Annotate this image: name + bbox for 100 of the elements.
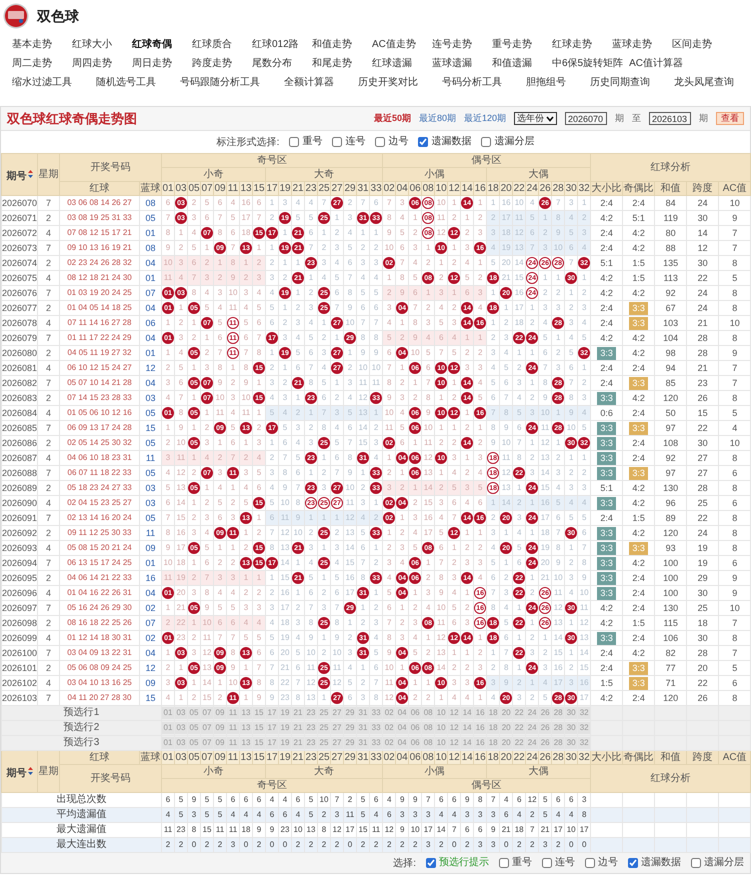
preselect-number[interactable]: 22 xyxy=(513,707,526,719)
preselect-number[interactable]: 15 xyxy=(253,737,265,749)
preselect-number[interactable]: 20 xyxy=(500,722,512,734)
tool-link[interactable]: 全额计算器 xyxy=(284,78,334,88)
nav-link[interactable]: 和值遗漏 xyxy=(492,57,552,71)
nav-link[interactable]: 周二走势 xyxy=(12,57,72,71)
preselect-number[interactable]: 30 xyxy=(565,722,578,734)
preselect-number[interactable]: 02 xyxy=(383,722,396,734)
preselect-number[interactable]: 09 xyxy=(214,737,226,749)
nav-link[interactable]: 区间走势 xyxy=(672,38,732,52)
end-period-field[interactable]: 2026103 xyxy=(649,112,691,125)
preselect-number[interactable]: 17 xyxy=(266,707,278,719)
nav-link[interactable]: 红球质合 xyxy=(192,38,252,52)
preselect-number[interactable]: 16 xyxy=(474,707,486,719)
preselect-number[interactable]: 22 xyxy=(513,722,526,734)
preselect-number[interactable]: 31 xyxy=(357,707,369,719)
preselect-number[interactable]: 02 xyxy=(383,737,396,749)
preselect-number[interactable]: 25 xyxy=(318,737,330,749)
preselect-number[interactable]: 08 xyxy=(422,707,434,719)
preselect-number[interactable]: 01 xyxy=(162,722,174,734)
preselect-number[interactable]: 17 xyxy=(266,737,278,749)
nav-link[interactable]: 红球奇偶 xyxy=(132,38,192,52)
preselect-number[interactable]: 30 xyxy=(565,737,578,749)
preselect-number[interactable]: 33 xyxy=(370,722,382,734)
preselect-number[interactable]: 01 xyxy=(162,737,174,749)
preselect-number[interactable]: 24 xyxy=(526,707,538,719)
preselect-number[interactable]: 24 xyxy=(526,737,538,749)
preselect-number[interactable]: 25 xyxy=(318,707,330,719)
preselect-number[interactable]: 13 xyxy=(240,722,252,734)
nav-link[interactable]: AC值计算器 xyxy=(629,57,690,71)
preselect-number[interactable]: 10 xyxy=(435,722,448,734)
preselect-number[interactable]: 20 xyxy=(500,737,512,749)
preselect-number[interactable]: 04 xyxy=(396,737,408,749)
checkbox[interactable] xyxy=(289,137,300,147)
preselect-number[interactable]: 23 xyxy=(305,722,317,734)
preselect-number[interactable]: 27 xyxy=(331,737,343,749)
column-header[interactable]: 期号 xyxy=(6,170,26,182)
preselect-number[interactable]: 21 xyxy=(292,737,304,749)
logo-icon[interactable] xyxy=(3,3,29,29)
preselect-number[interactable]: 33 xyxy=(370,737,382,749)
preselect-number[interactable]: 07 xyxy=(201,737,213,749)
preselect-number[interactable]: 23 xyxy=(305,707,317,719)
preselect-number[interactable]: 12 xyxy=(448,737,460,749)
preselect-number[interactable]: 14 xyxy=(461,707,474,719)
sort-icon[interactable] xyxy=(28,767,32,776)
tool-link[interactable]: 历史同期查询 xyxy=(590,78,650,88)
range-link[interactable]: 最近120期 xyxy=(464,114,506,123)
checkbox[interactable] xyxy=(426,858,436,868)
preselect-number[interactable]: 24 xyxy=(526,722,538,734)
tool-link[interactable]: 号码跟随分析工具 xyxy=(180,78,260,88)
preselect-number[interactable]: 18 xyxy=(487,707,500,719)
preselect-number[interactable]: 13 xyxy=(240,707,252,719)
preselect-number[interactable]: 11 xyxy=(227,737,239,749)
preselect-number[interactable]: 25 xyxy=(318,722,330,734)
checkbox[interactable] xyxy=(375,137,386,147)
preselect-number[interactable]: 30 xyxy=(565,707,578,719)
preselect-number[interactable]: 29 xyxy=(344,707,356,719)
preselect-number[interactable]: 19 xyxy=(279,737,291,749)
tool-link[interactable]: 历史开奖对比 xyxy=(358,78,418,88)
preselect-number[interactable]: 21 xyxy=(292,722,304,734)
preselect-number[interactable]: 19 xyxy=(279,707,291,719)
preselect-number[interactable]: 32 xyxy=(578,722,590,734)
preselect-number[interactable]: 06 xyxy=(409,722,422,734)
preselect-number[interactable]: 23 xyxy=(305,737,317,749)
preselect-number[interactable]: 33 xyxy=(370,707,382,719)
column-header[interactable]: 期号 xyxy=(6,768,26,778)
preselect-number[interactable]: 08 xyxy=(422,737,434,749)
preselect-number[interactable]: 04 xyxy=(396,707,408,719)
preselect-number[interactable]: 17 xyxy=(266,722,278,734)
tool-link[interactable]: 龙头凤尾查询 xyxy=(674,78,734,88)
preselect-number[interactable]: 03 xyxy=(175,722,187,734)
preselect-number[interactable]: 05 xyxy=(188,737,200,749)
checkbox[interactable] xyxy=(628,858,638,868)
nav-link[interactable]: 蓝球走势 xyxy=(612,38,672,52)
nav-link[interactable]: 红球遗漏 xyxy=(372,57,432,71)
sort-icon[interactable] xyxy=(28,170,32,178)
preselect-number[interactable]: 10 xyxy=(435,707,448,719)
nav-link[interactable]: AC值走势 xyxy=(372,38,432,52)
range-link[interactable]: 最近50期 xyxy=(374,114,411,123)
checkbox[interactable] xyxy=(499,858,509,868)
checkbox[interactable] xyxy=(691,858,701,868)
preselect-number[interactable]: 06 xyxy=(409,737,422,749)
preselect-number[interactable]: 08 xyxy=(422,722,434,734)
preselect-number[interactable]: 05 xyxy=(188,707,200,719)
preselect-number[interactable]: 19 xyxy=(279,722,291,734)
nav-link[interactable]: 中6保5旋转矩阵 xyxy=(552,57,630,71)
preselect-number[interactable]: 28 xyxy=(552,722,564,734)
preselect-number[interactable]: 15 xyxy=(253,707,265,719)
preselect-number[interactable]: 04 xyxy=(396,722,408,734)
preselect-number[interactable]: 31 xyxy=(357,737,369,749)
checkbox[interactable] xyxy=(542,858,552,868)
preselect-number[interactable]: 18 xyxy=(487,722,500,734)
nav-link[interactable]: 尾数分布 xyxy=(252,57,312,71)
preselect-number[interactable]: 16 xyxy=(474,737,486,749)
preselect-number[interactable]: 10 xyxy=(435,737,448,749)
preselect-number[interactable]: 09 xyxy=(214,707,226,719)
tool-link[interactable]: 缩水过滤工具 xyxy=(12,78,72,88)
preselect-number[interactable]: 20 xyxy=(500,707,512,719)
checkbox[interactable] xyxy=(332,137,342,147)
nav-link[interactable]: 重号走势 xyxy=(492,38,552,52)
